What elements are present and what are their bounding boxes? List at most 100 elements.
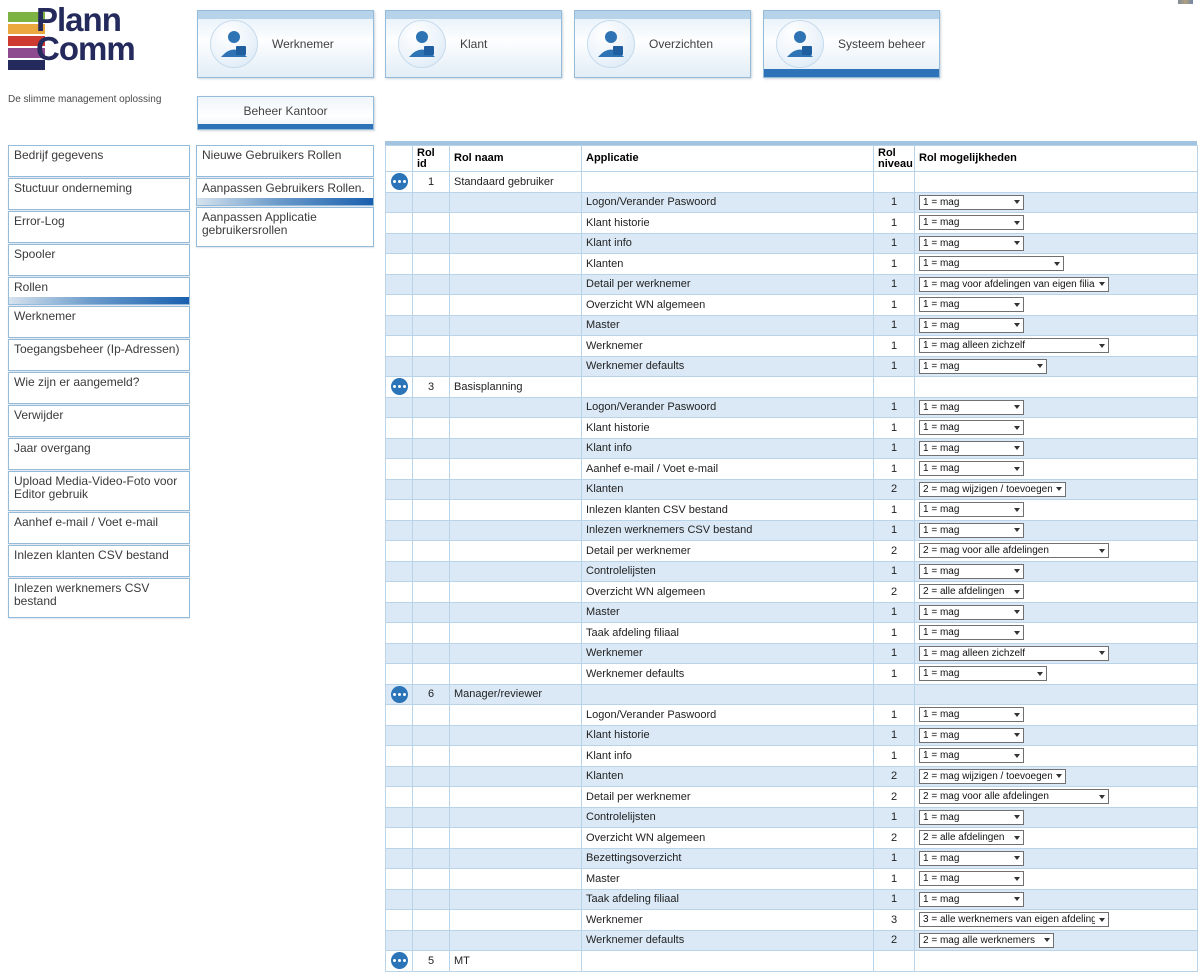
dropdown-arrow-icon — [1014, 754, 1020, 758]
rol-mogelijkheden-select[interactable]: 1 = mag alleen zichzelf — [919, 646, 1109, 661]
nav-werknemer[interactable]: Werknemer — [197, 10, 374, 78]
rol-mogelijkheden-cell: 1 = mag — [915, 438, 1198, 459]
role-app-row: Werknemer defaults22 = mag alle werkneme… — [386, 930, 1198, 951]
rol-mogelijkheden-select[interactable]: 1 = mag voor afdelingen van eigen filiaa… — [919, 277, 1109, 292]
beheer-kantoor-button[interactable]: Beheer Kantoor — [197, 96, 374, 130]
rol-mogelijkheden-cell: 2 = mag alle werknemers — [915, 930, 1198, 951]
rol-niveau-cell: 2 — [874, 766, 915, 787]
rol-mogelijkheden-cell: 1 = mag — [915, 602, 1198, 623]
rol-mogelijkheden-cell: 1 = mag — [915, 356, 1198, 377]
empty-cell — [450, 910, 582, 931]
rol-mogelijkheden-select[interactable]: 1 = mag — [919, 195, 1024, 210]
selected-option-label: 1 = mag — [923, 361, 959, 372]
sidebar-item-jaar-overgang[interactable]: Jaar overgang — [8, 438, 190, 470]
rol-mogelijkheden-select[interactable]: 2 = alle afdelingen — [919, 830, 1024, 845]
nav-klant[interactable]: Klant — [385, 10, 562, 78]
sidebar-item-werknemer[interactable]: Werknemer — [8, 306, 190, 338]
rol-mogelijkheden-select[interactable]: 1 = mag — [919, 564, 1024, 579]
rol-mogelijkheden-select[interactable]: 3 = alle werknemers van eigen afdeling — [919, 912, 1109, 927]
logo-line2: Comm — [36, 34, 135, 63]
submenu-item-label: Nieuwe Gebruikers Rollen — [202, 148, 341, 162]
rol-mogelijkheden-select[interactable]: 1 = mag — [919, 441, 1024, 456]
sidebar-item-inlezen-werknemers-csv-bestand[interactable]: Inlezen werknemers CSV bestand — [8, 578, 190, 618]
selected-option-label: 1 = mag — [923, 894, 959, 905]
nav-systeem-beheer[interactable]: Systeem beheer — [763, 10, 940, 78]
rol-mogelijkheden-select[interactable]: 2 = mag wijzigen / toevoegen — [919, 482, 1066, 497]
empty-cell — [450, 295, 582, 316]
rol-niveau-cell: 1 — [874, 848, 915, 869]
empty-cell — [386, 602, 413, 623]
rol-mogelijkheden-select[interactable]: 1 = mag — [919, 318, 1024, 333]
rol-niveau-cell: 1 — [874, 623, 915, 644]
role-app-row: Klant historie11 = mag — [386, 213, 1198, 234]
rol-mogelijkheden-select[interactable]: 1 = mag — [919, 728, 1024, 743]
rol-mogelijkheden-select[interactable]: 2 = mag wijzigen / toevoegen — [919, 769, 1066, 784]
rol-mogelijkheden-select[interactable]: 1 = mag — [919, 605, 1024, 620]
nav-overzichten[interactable]: Overzichten — [574, 10, 751, 78]
rol-mogelijkheden-select[interactable]: 1 = mag — [919, 502, 1024, 517]
rol-mogelijkheden-select[interactable]: 2 = mag voor alle afdelingen — [919, 789, 1109, 804]
rol-mogelijkheden-select[interactable]: 1 = mag — [919, 256, 1064, 271]
submenu-item-aanpassen-gebruikers-rollen[interactable]: Aanpassen Gebruikers Rollen. — [196, 178, 374, 206]
rol-mogelijkheden-select[interactable]: 1 = mag — [919, 871, 1024, 886]
empty-cell — [413, 828, 450, 849]
rol-niveau-cell: 1 — [874, 869, 915, 890]
rol-mogelijkheden-select[interactable]: 1 = mag — [919, 625, 1024, 640]
rol-mogelijkheden-select[interactable]: 1 = mag — [919, 851, 1024, 866]
selected-option-label: 1 = mag — [923, 504, 959, 515]
submenu-item-nieuwe-gebruikers-rollen[interactable]: Nieuwe Gebruikers Rollen — [196, 145, 374, 177]
rol-mogelijkheden-select[interactable]: 1 = mag — [919, 892, 1024, 907]
empty-cell — [450, 807, 582, 828]
role-app-row: Klanten22 = mag wijzigen / toevoegen — [386, 479, 1198, 500]
sidebar-item-verwijder[interactable]: Verwijder — [8, 405, 190, 437]
rol-mogelijkheden-select[interactable]: 2 = mag alle werknemers — [919, 933, 1054, 948]
role-app-row: Controlelijsten11 = mag — [386, 561, 1198, 582]
sidebar-item-bedrijf-gegevens[interactable]: Bedrijf gegevens — [8, 145, 190, 177]
rol-niveau-cell: 1 — [874, 295, 915, 316]
applicatie-cell: Klanten — [582, 479, 874, 500]
rol-mogelijkheden-select[interactable]: 1 = mag — [919, 666, 1047, 681]
empty-cell — [450, 930, 582, 951]
rol-mogelijkheden-select[interactable]: 1 = mag — [919, 359, 1047, 374]
sidebar-item-rollen[interactable]: Rollen — [8, 277, 190, 305]
empty-cell — [386, 438, 413, 459]
rol-mogelijkheden-select[interactable]: 1 = mag — [919, 215, 1024, 230]
sidebar-item-wie-zijn-er-aangemeld[interactable]: Wie zijn er aangemeld? — [8, 372, 190, 404]
rol-mogelijkheden-select[interactable]: 1 = mag — [919, 420, 1024, 435]
sidebar-item-stuctuur-onderneming[interactable]: Stuctuur onderneming — [8, 178, 190, 210]
empty-cell — [413, 725, 450, 746]
rol-mogelijkheden-select[interactable]: 1 = mag — [919, 748, 1024, 763]
rol-mogelijkheden-select[interactable]: 1 = mag — [919, 523, 1024, 538]
rol-niveau-cell: 1 — [874, 254, 915, 275]
rol-mogelijkheden-select[interactable]: 1 = mag — [919, 461, 1024, 476]
empty-cell — [413, 459, 450, 480]
expand-role-icon[interactable] — [391, 173, 408, 190]
role-app-row: Inlezen klanten CSV bestand11 = mag — [386, 500, 1198, 521]
expand-role-icon[interactable] — [391, 378, 408, 395]
rol-mogelijkheden-select[interactable]: 1 = mag — [919, 297, 1024, 312]
rol-mogelijkheden-select[interactable]: 1 = mag — [919, 236, 1024, 251]
rol-mogelijkheden-select[interactable]: 2 = mag voor alle afdelingen — [919, 543, 1109, 558]
expand-role-icon[interactable] — [391, 952, 408, 969]
expand-role-icon[interactable] — [391, 686, 408, 703]
rol-mogelijkheden-select[interactable]: 1 = mag — [919, 810, 1024, 825]
rol-mogelijkheden-cell: 1 = mag — [915, 500, 1198, 521]
rol-niveau-cell: 2 — [874, 541, 915, 562]
sidebar-item-spooler[interactable]: Spooler — [8, 244, 190, 276]
submenu-item-aanpassen-applicatie-gebruikersrollen[interactable]: Aanpassen Applicatie gebruikersrollen — [196, 207, 374, 247]
rol-mogelijkheden-select[interactable]: 2 = alle afdelingen — [919, 584, 1024, 599]
sidebar-item-toegangsbeheer-ip-adressen[interactable]: Toegangsbeheer (Ip-Adressen) — [8, 339, 190, 371]
sidebar-item-upload-media-video-foto-voor-editor-gebruik[interactable]: Upload Media-Video-Foto voor Editor gebr… — [8, 471, 190, 511]
empty-cell — [450, 725, 582, 746]
empty-cell — [386, 930, 413, 951]
rol-mogelijkheden-select[interactable]: 1 = mag — [919, 400, 1024, 415]
sidebar-item-error-log[interactable]: Error-Log — [8, 211, 190, 243]
sidebar-item-inlezen-klanten-csv-bestand[interactable]: Inlezen klanten CSV bestand — [8, 545, 190, 577]
sidebar-item-label: Jaar overgang — [14, 441, 91, 455]
sidebar-item-label: Wie zijn er aangemeld? — [14, 375, 139, 389]
sidebar-item-aanhef-e-mail-voet-e-mail[interactable]: Aanhef e-mail / Voet e-mail — [8, 512, 190, 544]
rol-mogelijkheden-select[interactable]: 1 = mag alleen zichzelf — [919, 338, 1109, 353]
empty-cell — [386, 561, 413, 582]
rol-niveau-cell: 1 — [874, 664, 915, 685]
rol-mogelijkheden-select[interactable]: 1 = mag — [919, 707, 1024, 722]
